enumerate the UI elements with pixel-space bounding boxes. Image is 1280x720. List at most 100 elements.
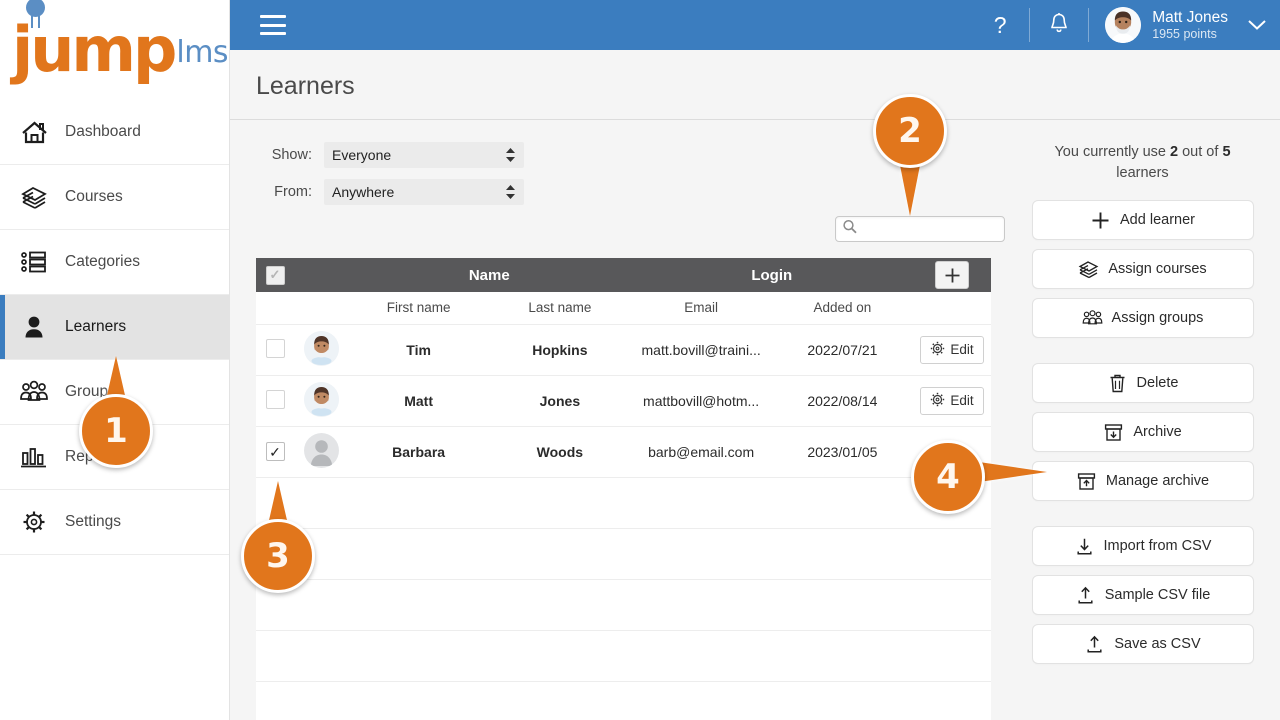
table-row[interactable]: Matt Jones mattbovill@hotm... 2022/08/14… bbox=[256, 375, 991, 427]
page-title: Learners bbox=[256, 72, 355, 100]
group-header-login[interactable]: Login bbox=[630, 258, 913, 292]
import-from-csv-button[interactable]: Import from CSV bbox=[1031, 526, 1254, 567]
quota-prefix: You currently use bbox=[1054, 144, 1171, 160]
import-from-csv-label: Import from CSV bbox=[1103, 538, 1212, 555]
sidebar-item-dashboard[interactable]: Dashboard bbox=[0, 100, 229, 165]
callout-marker-3: 3 bbox=[241, 481, 315, 593]
edit-button[interactable]: Edit bbox=[920, 335, 984, 364]
user-points: 1955 points bbox=[1152, 26, 1217, 41]
row-avatar-cell bbox=[294, 375, 348, 427]
learners-panel: Show: Everyone From: Anywhere ✓ Name Log… bbox=[230, 120, 1005, 720]
table-row[interactable]: ✓ Barbara Woods barb@email.com 2023/01/0… bbox=[256, 426, 991, 478]
empty-cell bbox=[771, 477, 913, 529]
archive-button[interactable]: Archive bbox=[1031, 412, 1254, 453]
table-row-empty bbox=[256, 477, 991, 529]
filter-show-label: Show: bbox=[271, 147, 312, 163]
delete-label: Delete bbox=[1136, 375, 1179, 392]
table-body: Tim Hopkins matt.bovill@traini... 2022/0… bbox=[256, 324, 991, 720]
cell-email: mattbovill@hotm... bbox=[630, 375, 772, 427]
sample-csv-file-button[interactable]: Sample CSV file bbox=[1031, 575, 1254, 616]
search-box[interactable] bbox=[835, 216, 1005, 242]
add-learner-button[interactable]: Add learner bbox=[1031, 200, 1254, 241]
sidebar-item-courses[interactable]: Courses bbox=[0, 165, 229, 230]
empty-cell bbox=[913, 579, 991, 631]
edit-button-label: Edit bbox=[950, 342, 974, 357]
empty-cell bbox=[771, 579, 913, 631]
callout-marker-2: 2 bbox=[873, 94, 947, 216]
logo-secondary-text: lms bbox=[176, 35, 229, 71]
table-group-header-row: ✓ Name Login bbox=[256, 258, 991, 292]
column-header-first-name[interactable]: First name bbox=[348, 292, 490, 325]
question-mark-icon: ? bbox=[993, 11, 1007, 38]
add-row-button[interactable] bbox=[935, 261, 969, 289]
select-arrows-icon bbox=[505, 184, 516, 200]
empty-cell bbox=[348, 630, 490, 682]
column-header-added-on[interactable]: Added on bbox=[771, 292, 913, 325]
avatar bbox=[1105, 7, 1142, 43]
row-checkbox[interactable] bbox=[265, 389, 285, 409]
column-header-last-name[interactable]: Last name bbox=[489, 292, 631, 325]
cell-added-on: 2022/07/21 bbox=[771, 324, 913, 376]
subheader-blank bbox=[294, 292, 348, 325]
empty-cell bbox=[489, 528, 631, 580]
sidebar-item-settings[interactable]: Settings bbox=[0, 490, 229, 555]
table-row[interactable]: Tim Hopkins matt.bovill@traini... 2022/0… bbox=[256, 324, 991, 376]
assign-courses-button[interactable]: Assign courses bbox=[1031, 249, 1254, 290]
sidebar-nav: Dashboard Courses Categories Learners Gr… bbox=[0, 100, 229, 555]
chevron-down-icon[interactable] bbox=[1234, 0, 1280, 50]
manage-archive-button[interactable]: Manage archive bbox=[1031, 461, 1254, 502]
empty-cell bbox=[489, 477, 631, 529]
group-header-name[interactable]: Name bbox=[348, 258, 631, 292]
search-icon bbox=[842, 219, 858, 240]
callout-number: 3 bbox=[241, 519, 315, 593]
empty-cell bbox=[630, 579, 772, 631]
add-learner-label: Add learner bbox=[1120, 212, 1195, 229]
empty-cell bbox=[348, 477, 490, 529]
save-as-csv-button[interactable]: Save as CSV bbox=[1031, 624, 1254, 665]
hamburger-icon[interactable] bbox=[260, 15, 286, 35]
empty-cell bbox=[489, 681, 631, 720]
logo[interactable]: jump lms bbox=[0, 0, 229, 100]
sidebar-item-label: Dashboard bbox=[65, 123, 141, 140]
select-all-checkbox[interactable]: ✓ bbox=[265, 265, 285, 285]
sample-csv-file-label: Sample CSV file bbox=[1104, 587, 1211, 604]
quota-suffix: learners bbox=[1116, 165, 1169, 182]
upload-icon bbox=[1075, 586, 1096, 605]
search-row bbox=[256, 216, 1005, 258]
trash-icon bbox=[1107, 374, 1128, 393]
row-checkbox-barbara-woods[interactable]: ✓ bbox=[265, 442, 285, 461]
row-checkbox-cell bbox=[256, 324, 294, 376]
empty-cell bbox=[489, 630, 631, 682]
assign-groups-label: Assign groups bbox=[1111, 310, 1204, 327]
search-input[interactable] bbox=[863, 221, 998, 237]
gear-icon bbox=[930, 392, 945, 410]
subheader-blank bbox=[256, 292, 294, 325]
sidebar-item-learners[interactable]: Learners bbox=[0, 295, 229, 360]
sidebar-item-categories[interactable]: Categories bbox=[0, 230, 229, 295]
avatar-header-cell bbox=[294, 258, 348, 292]
row-checkbox[interactable] bbox=[265, 338, 285, 358]
empty-cell bbox=[913, 681, 991, 720]
home-icon bbox=[18, 117, 50, 147]
from-select[interactable]: Anywhere bbox=[324, 179, 524, 205]
cell-added-on: 2022/08/14 bbox=[771, 375, 913, 427]
add-row-cell bbox=[913, 258, 991, 292]
logo-dot-icon bbox=[26, 0, 45, 17]
people-icon bbox=[18, 377, 50, 407]
filter-from-label: From: bbox=[274, 184, 312, 200]
column-header-email[interactable]: Email bbox=[630, 292, 772, 325]
assign-groups-button[interactable]: Assign groups bbox=[1031, 298, 1254, 339]
bar-chart-icon bbox=[18, 442, 50, 472]
show-select[interactable]: Everyone bbox=[324, 142, 524, 168]
save-as-csv-label: Save as CSV bbox=[1114, 636, 1201, 653]
cell-email: matt.bovill@traini... bbox=[630, 324, 772, 376]
cell-first-name: Matt bbox=[348, 375, 490, 427]
edit-button[interactable]: Edit bbox=[920, 386, 984, 415]
delete-button[interactable]: Delete bbox=[1031, 363, 1254, 404]
user-menu[interactable]: Matt Jones 1955 points bbox=[1089, 0, 1234, 50]
learners-table: ✓ Name Login First name Last name Email … bbox=[256, 258, 991, 720]
callout-number: 1 bbox=[79, 394, 153, 468]
help-button[interactable]: ? bbox=[971, 0, 1029, 50]
quota-middle: out of bbox=[1178, 144, 1223, 160]
notifications-button[interactable] bbox=[1030, 0, 1088, 50]
